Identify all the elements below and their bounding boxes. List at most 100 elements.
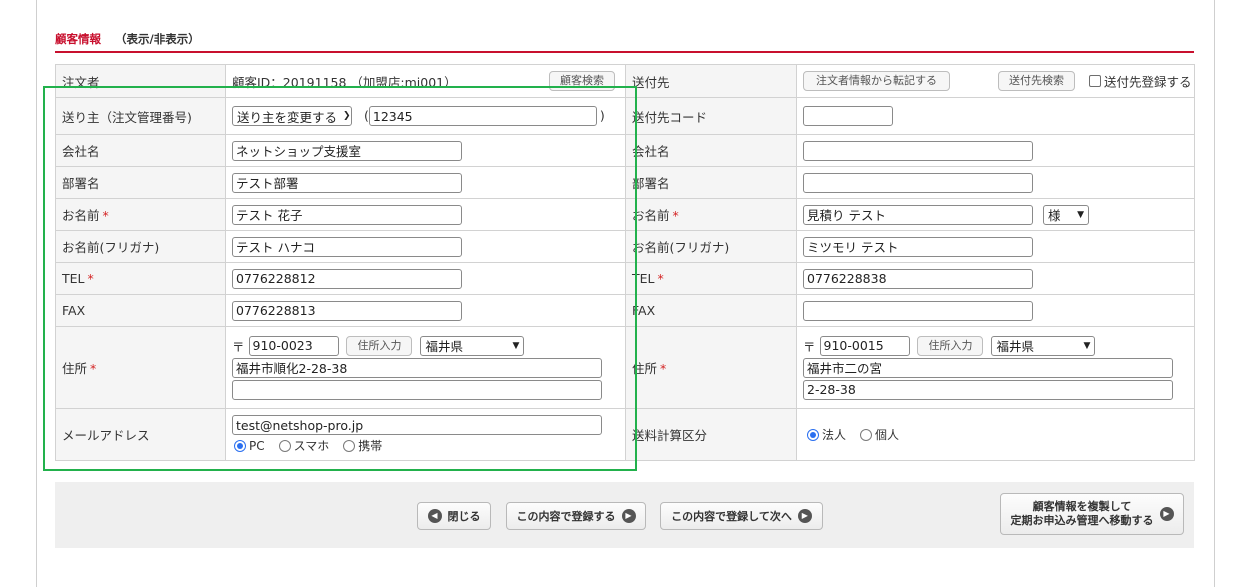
register-next-button[interactable]: この内容で登録して次へ ▶ — [660, 502, 823, 530]
honorific-value: 様 — [1047, 208, 1061, 223]
customer-info-table: 注文者 顧客ID：20191158 （加盟店:mi001） 顧客検索 送付先 注… — [55, 64, 1195, 461]
shipping-zip-input[interactable] — [819, 335, 910, 356]
shipping-tel-label: TEL — [632, 271, 655, 286]
fee-type-individual-label: 個人 — [875, 428, 900, 442]
close-button-label: 閉じる — [447, 510, 481, 523]
mail-type-mobile-label: 携帯 — [358, 439, 383, 453]
email-label: メールアドレス — [55, 408, 226, 461]
arrow-left-circle-icon: ◀ — [427, 509, 442, 523]
prefecture-select[interactable]: 福井県 ▼ — [420, 335, 525, 356]
dept-cell — [225, 166, 626, 199]
shipping-name-input[interactable] — [803, 204, 1033, 225]
fee-type-individual-radio[interactable] — [860, 428, 872, 441]
shipping-tel-input[interactable] — [803, 268, 1033, 289]
address2-input[interactable] — [232, 379, 602, 400]
name-label: お名前 — [62, 208, 100, 223]
required-mark: * — [660, 361, 667, 376]
register-button[interactable]: この内容で登録する ▶ — [506, 502, 646, 530]
chevron-down-icon: ▼ — [1077, 209, 1084, 220]
register-shipping-checkbox[interactable] — [1088, 75, 1101, 87]
customer-search-button[interactable]: 顧客検索 — [549, 71, 615, 91]
copy-from-orderer-button[interactable]: 注文者情報から転記する — [803, 71, 950, 91]
mail-type-smartphone-radio[interactable] — [278, 439, 291, 452]
address-cell: 〒 住所入力 福井県 ▼ — [225, 326, 626, 409]
name-label-cell: お名前 * — [55, 198, 226, 231]
copy-to-subscription-line1: 顧客情報を複製して — [1032, 500, 1132, 513]
register-shipping-label: 送付先登録する — [1103, 74, 1192, 90]
address-lookup-button[interactable]: 住所入力 — [346, 335, 413, 356]
shipping-address2-input[interactable] — [803, 379, 1173, 400]
shipping-tel-label-cell: TEL * — [625, 262, 797, 295]
orderer-header-label: 注文者 — [55, 64, 226, 98]
company-cell — [225, 134, 626, 167]
close-button[interactable]: ◀ 閉じる — [417, 502, 491, 530]
dept-input[interactable] — [232, 172, 462, 193]
shipping-company-input[interactable] — [803, 140, 1033, 161]
zip-input[interactable] — [248, 335, 339, 356]
sender-number-input[interactable] — [368, 106, 597, 126]
sender-cell: 送り主を変更する❯ () — [225, 97, 626, 135]
shipping-tel-cell — [796, 262, 1195, 295]
copy-to-subscription-line2: 定期お申込み管理へ移動する — [1010, 514, 1154, 527]
fee-type-corporate-label: 法人 — [822, 428, 847, 442]
name-input[interactable] — [232, 204, 462, 225]
shipping-dept-cell — [796, 166, 1195, 199]
fax-input[interactable] — [232, 300, 462, 321]
address-label-cell: 住所 * — [55, 326, 226, 409]
shipping-prefecture-select[interactable]: 福井県 ▼ — [991, 335, 1096, 356]
required-mark: * — [657, 271, 664, 286]
mail-type-radios: PC スマホ 携帯 — [234, 437, 619, 454]
shipping-dept-input[interactable] — [803, 172, 1033, 193]
shipping-name-label: お名前 — [632, 208, 670, 223]
kana-label: お名前(フリガナ) — [55, 230, 226, 263]
shipping-code-label: 送付先コード — [625, 97, 797, 135]
shipping-code-input[interactable] — [803, 106, 893, 126]
mail-type-pc-radio[interactable] — [234, 439, 246, 452]
email-input[interactable] — [232, 415, 602, 435]
customer-id-text: 顧客ID：20191158 （加盟店:mi001） — [232, 74, 457, 90]
honorific-select[interactable]: 様 ▼ — [1042, 204, 1089, 225]
shipping-address-lookup-button[interactable]: 住所入力 — [917, 335, 984, 356]
kana-cell — [225, 230, 626, 263]
required-mark: * — [87, 271, 94, 286]
arrow-right-circle-icon: ▶ — [1159, 507, 1174, 521]
shipping-header-label: 送付先 — [625, 64, 797, 98]
fee-type-corporate-radio[interactable] — [807, 428, 819, 441]
prefecture-value: 福井県 — [425, 339, 463, 354]
zip-line: 〒 住所入力 福井県 ▼ — [232, 335, 619, 356]
shipping-fax-label: FAX — [625, 294, 797, 327]
shipping-fee-label: 送料計算区分 — [625, 408, 797, 461]
shipping-address1-input[interactable] — [803, 357, 1173, 378]
tel-label-cell: TEL * — [55, 262, 226, 295]
shipping-address-label-cell: 住所 * — [625, 326, 797, 409]
shipping-fax-input[interactable] — [803, 300, 1033, 321]
shipping-address-cell: 〒 住所入力 福井県 ▼ — [796, 326, 1195, 409]
tel-input[interactable] — [232, 268, 462, 289]
shipping-address-label: 住所 — [632, 361, 658, 376]
arrow-right-circle-icon: ▶ — [797, 509, 812, 523]
shipping-header-cell: 注文者情報から転記する 送付先検索 送付先登録する — [796, 64, 1195, 98]
shipping-dept-label: 部署名 — [625, 166, 797, 199]
shipping-search-button[interactable]: 送付先検索 — [997, 71, 1075, 91]
address-label: 住所 — [62, 361, 88, 376]
company-input[interactable] — [232, 140, 462, 161]
address1-input[interactable] — [232, 357, 602, 378]
shipping-kana-input[interactable] — [803, 236, 1033, 257]
tel-label: TEL — [62, 271, 85, 286]
kana-input[interactable] — [232, 236, 462, 257]
shipping-zip-line: 〒 住所入力 福井県 ▼ — [803, 335, 1188, 356]
mail-type-pc-label: PC — [249, 438, 265, 453]
arrow-right-circle-icon: ▶ — [621, 509, 636, 523]
chevron-down-icon: ▼ — [1083, 340, 1091, 351]
sender-select[interactable]: 送り主を変更する ❯ — [232, 106, 352, 126]
toggle-visibility-link[interactable]: （表示/非表示） — [115, 32, 200, 46]
sender-select-value: 送り主を変更する — [237, 109, 338, 125]
required-mark: * — [672, 208, 679, 223]
chevron-down-icon: ▼ — [512, 340, 520, 351]
shipping-fax-cell — [796, 294, 1195, 327]
orderer-header-cell: 顧客ID：20191158 （加盟店:mi001） 顧客検索 — [225, 64, 626, 98]
copy-to-subscription-button[interactable]: 顧客情報を複製して 定期お申込み管理へ移動する ▶ — [1000, 493, 1184, 535]
mail-type-mobile-radio[interactable] — [343, 439, 356, 452]
shipping-name-label-cell: お名前 * — [625, 198, 797, 231]
company-label: 会社名 — [55, 134, 226, 167]
